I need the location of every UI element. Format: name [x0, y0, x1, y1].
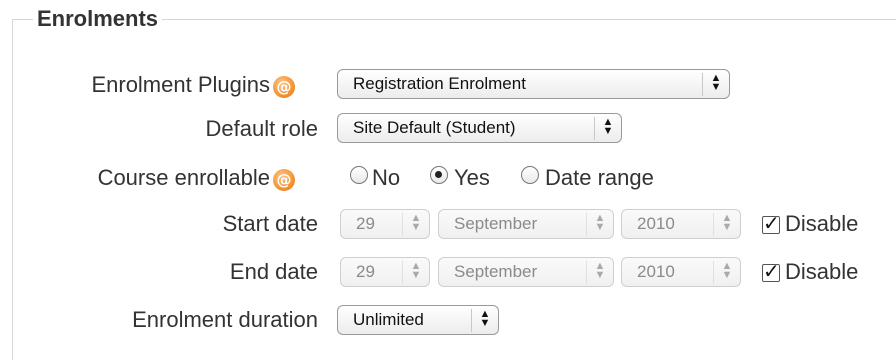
- select-arrows-icon: ▲ ▼: [702, 73, 729, 96]
- end-year-select[interactable]: 2010 ▲ ▼: [621, 257, 741, 287]
- start-year-value: 2010: [637, 214, 675, 233]
- radio-yes-label: Yes: [454, 165, 490, 190]
- end-day-select[interactable]: 29 ▲ ▼: [340, 257, 430, 287]
- default-role-row: Default role Site Default (Student) ▲ ▼: [0, 111, 896, 147]
- radio-date-range[interactable]: [521, 166, 539, 184]
- radio-yes[interactable]: [430, 166, 448, 184]
- start-day-value: 29: [356, 214, 375, 233]
- course-enrollable-label: Course enrollable: [97, 165, 270, 190]
- start-month-value: September: [454, 214, 538, 233]
- enrolment-duration-select[interactable]: Unlimited ▲ ▼: [337, 305, 499, 335]
- enrolment-plugins-value: Registration Enrolment: [353, 74, 526, 93]
- end-year-value: 2010: [637, 262, 675, 281]
- select-arrows-icon: ▲ ▼: [594, 117, 621, 140]
- help-icon[interactable]: @: [273, 169, 295, 191]
- enrolment-duration-value: Unlimited: [353, 310, 424, 329]
- select-arrows-icon: ▲ ▼: [471, 309, 498, 332]
- end-month-select[interactable]: September ▲ ▼: [438, 257, 614, 287]
- select-arrows-icon: ▲ ▼: [586, 261, 613, 284]
- enrolment-duration-row: Enrolment duration Unlimited ▲ ▼: [0, 302, 896, 338]
- default-role-value: Site Default (Student): [353, 118, 516, 137]
- enrolment-plugins-select[interactable]: Registration Enrolment ▲ ▼: [337, 69, 730, 99]
- enrolment-plugins-label: Enrolment Plugins: [91, 72, 270, 97]
- help-icon[interactable]: @: [273, 76, 295, 98]
- start-year-select[interactable]: 2010 ▲ ▼: [621, 209, 741, 239]
- end-month-value: September: [454, 262, 538, 281]
- enrolment-plugins-row: Enrolment Plugins @ Registration Enrolme…: [0, 67, 896, 103]
- select-arrows-icon: ▲ ▼: [586, 213, 613, 236]
- select-arrows-icon: ▲ ▼: [402, 213, 429, 236]
- radio-no[interactable]: [350, 166, 368, 184]
- default-role-label: Default role: [205, 116, 318, 141]
- enrolment-duration-label: Enrolment duration: [132, 307, 318, 332]
- radio-date-range-label: Date range: [545, 165, 654, 190]
- end-date-label: End date: [229, 259, 318, 284]
- start-date-disable-label: Disable: [785, 211, 859, 236]
- section-title: Enrolments: [33, 6, 163, 32]
- select-arrows-icon: ▲ ▼: [402, 261, 429, 284]
- start-date-row: Start date 29 ▲▼ September ▲▼ 2010 ▲▼ Di…: [0, 206, 896, 242]
- radio-no-label: No: [372, 165, 401, 190]
- end-date-disable-checkbox[interactable]: [762, 259, 780, 283]
- start-date-disable-checkbox[interactable]: [762, 211, 780, 235]
- course-enrollable-row: Course enrollable @ No Yes Date range: [0, 160, 896, 196]
- select-arrows-icon: ▲ ▼: [713, 261, 740, 284]
- end-day-value: 29: [356, 262, 375, 281]
- start-month-select[interactable]: September ▲ ▼: [438, 209, 614, 239]
- default-role-select[interactable]: Site Default (Student) ▲ ▼: [337, 113, 622, 143]
- start-day-select[interactable]: 29 ▲ ▼: [340, 209, 430, 239]
- select-arrows-icon: ▲ ▼: [713, 213, 740, 236]
- end-date-disable-label: Disable: [785, 259, 859, 284]
- end-date-row: End date 29 ▲▼ September ▲▼ 2010 ▲▼ Disa…: [0, 254, 896, 290]
- start-date-label: Start date: [222, 211, 318, 236]
